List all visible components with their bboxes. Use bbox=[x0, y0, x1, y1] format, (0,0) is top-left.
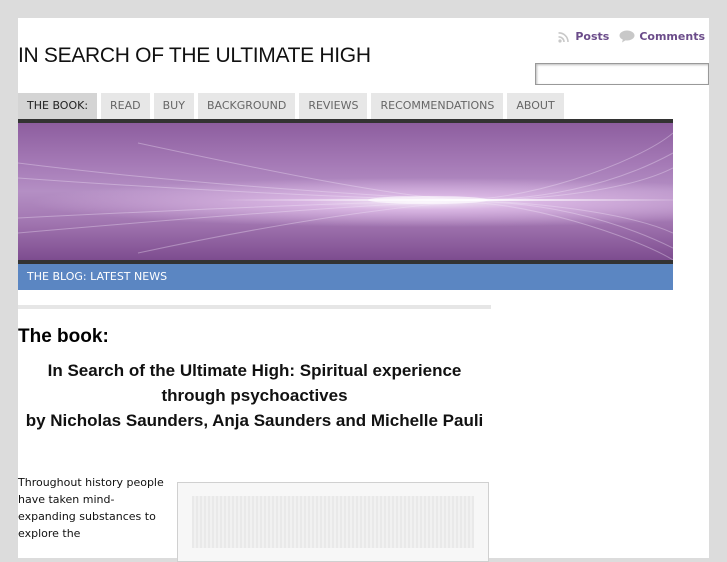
feed-links: Posts Comments bbox=[557, 30, 705, 43]
banner-swirl-art bbox=[18, 132, 673, 260]
intro-paragraph: Throughout history people have taken min… bbox=[18, 476, 164, 540]
book-authors: by Nicholas Saunders, Anja Saunders and … bbox=[25, 411, 484, 430]
speech-bubble-icon bbox=[619, 30, 635, 43]
site-title[interactable]: IN SEARCH OF THE ULTIMATE HIGH bbox=[18, 44, 371, 68]
comments-feed-link[interactable]: Comments bbox=[619, 30, 705, 43]
book-image bbox=[192, 496, 474, 548]
tab-read[interactable]: READ bbox=[101, 93, 150, 119]
section-heading: The book: bbox=[18, 326, 109, 347]
blog-latest-news-link[interactable]: THE BLOG: LATEST NEWS bbox=[18, 264, 673, 290]
book-image-frame bbox=[177, 482, 489, 562]
posts-feed-link[interactable]: Posts bbox=[557, 30, 609, 43]
tab-recommendations[interactable]: RECOMMENDATIONS bbox=[371, 93, 504, 119]
main-nav: THE BOOK: READ BUY BACKGROUND REVIEWS RE… bbox=[18, 93, 564, 119]
tab-buy[interactable]: BUY bbox=[153, 93, 194, 119]
header-banner-image bbox=[18, 123, 673, 260]
book-title-main: In Search of the Ultimate High: Spiritua… bbox=[47, 361, 462, 405]
rss-icon bbox=[558, 31, 570, 43]
tab-about[interactable]: ABOUT bbox=[507, 93, 564, 119]
tab-the-book[interactable]: THE BOOK: bbox=[18, 93, 98, 119]
comments-label: Comments bbox=[639, 30, 705, 43]
content-divider bbox=[18, 305, 491, 309]
search-input[interactable] bbox=[535, 63, 709, 85]
main-content: The book: In Search of the Ultimate High… bbox=[18, 326, 491, 433]
posts-label: Posts bbox=[575, 30, 610, 43]
tab-reviews[interactable]: REVIEWS bbox=[299, 93, 368, 119]
tab-background[interactable]: BACKGROUND bbox=[197, 93, 296, 119]
book-title: In Search of the Ultimate High: Spiritua… bbox=[18, 358, 491, 433]
